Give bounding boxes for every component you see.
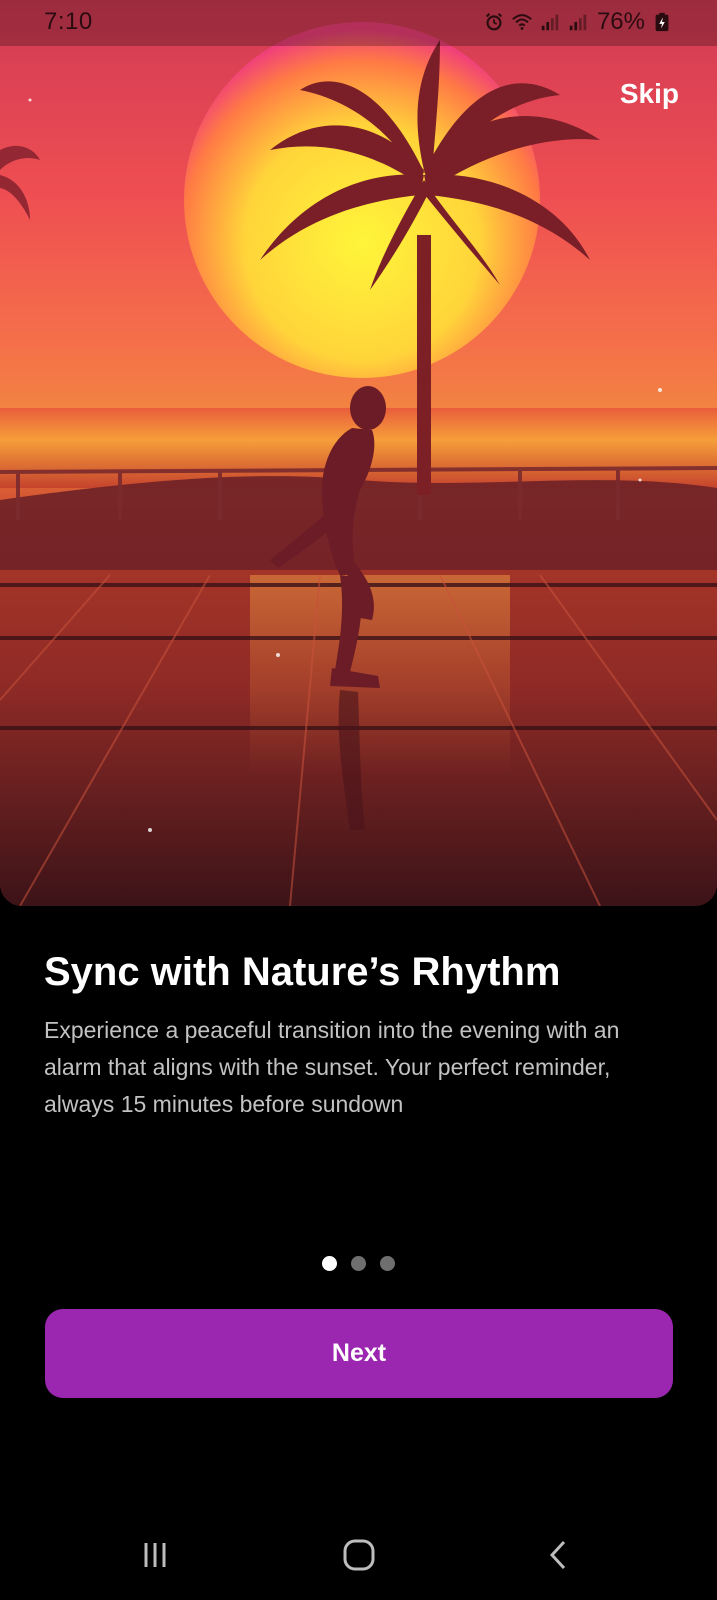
- back-button[interactable]: [534, 1532, 584, 1578]
- page-dot-active: [322, 1256, 337, 1271]
- recent-apps-button[interactable]: [130, 1532, 180, 1578]
- page-dot: [380, 1256, 395, 1271]
- hero-image: [0, 0, 717, 906]
- onboarding-title: Sync with Nature’s Rhythm: [44, 950, 561, 994]
- home-button[interactable]: [334, 1532, 384, 1578]
- home-icon: [343, 1539, 375, 1571]
- recent-apps-icon: [144, 1543, 166, 1567]
- wifi-icon: [512, 14, 532, 30]
- battery-percent: 76%: [596, 8, 645, 35]
- skip-button[interactable]: Skip: [620, 78, 679, 110]
- signal-icon: [541, 14, 559, 31]
- onboarding-description: Experience a peaceful transition into th…: [44, 1017, 620, 1117]
- status-bar: 7:10 76%: [0, 0, 717, 46]
- system-nav-bar: [0, 1510, 717, 1600]
- back-icon: [549, 1540, 566, 1570]
- page-dot: [351, 1256, 366, 1271]
- signal-icon: [569, 14, 587, 31]
- battery-charging-icon: [655, 12, 669, 32]
- alarm-icon: [485, 13, 502, 31]
- next-button[interactable]: Next: [45, 1309, 673, 1398]
- status-icons: 76%: [483, 8, 673, 36]
- page-indicator: [0, 1256, 717, 1271]
- sunset-illustration: [0, 22, 717, 906]
- status-time: 7:10: [44, 8, 93, 35]
